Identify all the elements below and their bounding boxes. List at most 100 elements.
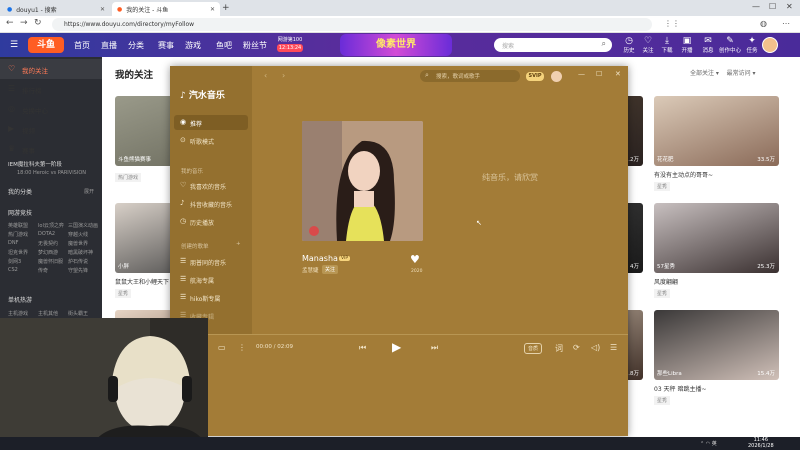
reload-icon[interactable]: ↻ — [34, 18, 42, 28]
svip-badge[interactable]: SVIP — [526, 72, 544, 81]
menu-icon[interactable]: ⋯ — [782, 19, 790, 28]
stream-card[interactable]: 花花肥 33.5万 有没有主动点的哥哥~ 星秀 — [654, 96, 779, 191]
more-options-icon[interactable]: ⋮ — [238, 343, 246, 352]
taskbar-clock[interactable]: 11:46 2026/1/28 — [748, 437, 774, 449]
promo-countdown[interactable]: 网游第100 12:13:24 — [272, 36, 308, 54]
play-button-icon[interactable]: ▶ — [392, 340, 401, 354]
sidebar-item-4[interactable]: ♛ 赛事 — [0, 139, 102, 159]
sidebar-game-link[interactable]: 魔兽世界 — [68, 240, 88, 247]
minimize-icon[interactable]: — — [752, 2, 760, 11]
nav-home[interactable]: 首页 — [74, 40, 90, 51]
stream-thumbnail[interactable]: 那些Libra 15.4万 — [654, 310, 779, 380]
sidebar-game-link[interactable]: 主机其他 — [38, 310, 58, 317]
playlist-item[interactable]: ☰ hiko斯专属 — [174, 290, 248, 305]
music-forward-icon[interactable]: › — [282, 71, 285, 80]
header-icon-2[interactable]: ⤓ 下载 — [656, 36, 678, 55]
ime-language[interactable]: 英 — [712, 441, 717, 447]
sidebar-item-1[interactable]: ☰ 排行榜 — [0, 79, 102, 99]
douyu-logo[interactable]: 斗鱼 — [28, 37, 64, 53]
sidebar-item-2[interactable]: ◎ 兑换中心 — [0, 99, 102, 119]
close-window-icon[interactable]: ✕ — [786, 2, 793, 11]
close-tab-icon[interactable]: ✕ — [100, 6, 105, 13]
header-icon-3[interactable]: ▣ 开播 — [676, 36, 698, 55]
header-icon-6[interactable]: ✦ 任务 — [741, 36, 763, 55]
music-minimize-icon[interactable]: — — [578, 70, 585, 78]
music-nav-item[interactable]: ⊙ 听歌模式 — [174, 133, 248, 148]
sidebar-item-3[interactable]: ▶ 视频 — [0, 119, 102, 139]
stream-title[interactable]: 有没有主动点的哥哥~ — [654, 170, 779, 179]
match-title[interactable]: IEM魔拉科夫第一阶段 — [8, 160, 98, 168]
category-tag[interactable]: 星秀 — [654, 182, 671, 191]
nav-games[interactable]: 游戏 — [185, 40, 201, 51]
sidebar-game-link[interactable]: 主机游戏 — [8, 310, 28, 317]
sidebar-game-link[interactable]: 坦克世界 — [8, 249, 28, 256]
maximize-icon[interactable]: ☐ — [769, 2, 776, 11]
follow-artist-button[interactable]: 关注 — [322, 265, 339, 274]
filter-all[interactable]: 全部关注 — [690, 70, 714, 77]
sidebar-game-link[interactable]: 传奇 — [38, 267, 48, 274]
search-icon[interactable]: ⌕ — [602, 39, 606, 49]
music-back-icon[interactable]: ‹ — [264, 71, 267, 80]
nav-events[interactable]: 赛事 — [158, 40, 174, 51]
nav-category[interactable]: 分类 — [128, 40, 144, 51]
sidebar-item-0[interactable]: ♡ 我的关注 — [0, 59, 102, 79]
sidebar-game-link[interactable]: 守望先锋 — [68, 267, 88, 274]
forward-icon[interactable]: → — [20, 18, 28, 28]
volume-icon[interactable]: ◁) — [591, 343, 600, 352]
category-tag[interactable]: 星秀 — [654, 289, 671, 298]
hamburger-icon[interactable]: ☰ — [10, 40, 18, 50]
filter-recent[interactable]: 最常访问 — [727, 70, 751, 77]
like-heart-icon[interactable]: ♥ — [410, 253, 420, 266]
new-tab-button[interactable]: + — [222, 3, 230, 13]
network-icon[interactable]: ◠ — [706, 441, 710, 447]
sidebar-game-link[interactable]: 英雄联盟 — [8, 222, 28, 229]
sidebar-game-link[interactable]: 剑网3 — [8, 258, 21, 265]
site-search-input[interactable]: 搜索 ⌕ — [494, 38, 612, 52]
extensions-icon[interactable]: ⋮⋮ — [664, 19, 680, 28]
stream-card[interactable]: 那些Libra 15.4万 03 天秤 暗跳主播~ 星秀 — [654, 310, 779, 405]
stream-card[interactable]: 57星秀 25.3万风度翩翩星秀 — [654, 203, 779, 298]
sidebar-game-link[interactable]: 街头霸王 — [68, 310, 88, 317]
nav-fishbar[interactable]: 鱼吧 — [216, 40, 232, 51]
quality-button[interactable]: 音质 — [524, 343, 543, 354]
stream-thumbnail[interactable]: 57星秀 25.3万 — [654, 203, 779, 273]
address-bar[interactable]: https://www.douyu.com/directory/myFollow — [52, 18, 652, 31]
music-mine-item[interactable]: ♪ 抖音收藏的音乐 — [174, 196, 248, 211]
music-nav-item[interactable]: ◉ 推荐 — [174, 115, 248, 130]
close-tab-icon[interactable]: ✕ — [210, 6, 215, 13]
sidebar-game-link[interactable]: lol云顶之弈 — [38, 222, 64, 229]
header-icon-5[interactable]: ✎ 创作中心 — [719, 36, 741, 55]
category-tag[interactable]: 星秀 — [115, 289, 132, 298]
nav-live[interactable]: 直播 — [101, 40, 117, 51]
sidebar-game-link[interactable]: 无畏契约 — [38, 240, 58, 247]
browser-tab-search[interactable]: ● douyu1 - 搜索 ✕ — [2, 2, 110, 16]
nav-fans-festival[interactable]: 粉丝节 — [243, 40, 267, 51]
music-close-icon[interactable]: ✕ — [615, 70, 621, 78]
music-search-input[interactable]: ⌕ 搜索，歌词或歌手 — [420, 70, 520, 82]
category-tag[interactable]: 星秀 — [654, 396, 671, 405]
music-mine-item[interactable]: ◷ 历史播放 — [174, 214, 248, 229]
sidebar-game-link[interactable]: 穿越火线 — [68, 231, 88, 238]
sidebar-game-link[interactable]: 炉石传说 — [68, 258, 88, 265]
user-avatar[interactable] — [762, 37, 778, 53]
stream-title[interactable]: 风度翩翩 — [654, 277, 779, 286]
lyrics-icon[interactable]: 词 — [555, 343, 563, 354]
sidebar-game-link[interactable]: 热门游戏 — [8, 231, 28, 238]
sidebar-game-link[interactable]: 三国演义动画 — [68, 222, 98, 229]
playlist-item[interactable]: ☰ 朋普同的音乐 — [174, 254, 248, 269]
next-track-icon[interactable]: ⏭ — [431, 343, 438, 353]
back-icon[interactable]: ← — [6, 18, 14, 28]
profile-icon[interactable]: ◍ — [760, 19, 767, 28]
song-title[interactable]: Manasha — [302, 254, 338, 263]
sidebar-game-link[interactable]: CS2 — [8, 267, 18, 273]
loop-icon[interactable]: ⟳ — [573, 343, 580, 352]
song-artist[interactable]: 孟慧婕 — [302, 266, 319, 274]
category-tag[interactable]: 热门游戏 — [115, 173, 142, 182]
header-icon-4[interactable]: ✉ 消息 — [697, 36, 719, 55]
playlist-item[interactable]: ☰ 航海专属 — [174, 272, 248, 287]
sidebar-game-link[interactable]: DNF — [8, 240, 18, 246]
sidebar-game-link[interactable]: 暗黑破坏神 — [68, 249, 93, 256]
browser-tab-douyu[interactable]: ● 我的关注 - 斗鱼 ✕ — [112, 2, 220, 16]
comment-icon[interactable]: ▭ — [218, 343, 226, 352]
sidebar-game-link[interactable]: 梦幻西游 — [38, 249, 58, 256]
